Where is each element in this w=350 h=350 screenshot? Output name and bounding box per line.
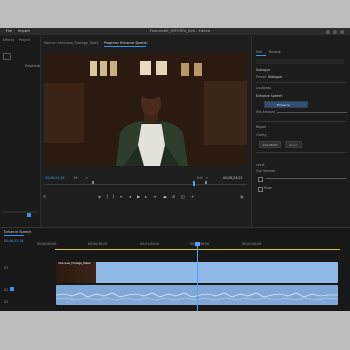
transport-controls: ◆ { } ⇤ ◂ ▶ ▸ ⇥ ⏏ ⊟ ◫ + [40, 193, 250, 201]
scrub-bar[interactable] [44, 184, 247, 185]
step-back-icon[interactable]: ◂ [129, 194, 131, 199]
title-bar: File Import FeaturettE_IMPORTA_Edit - Ed… [0, 28, 350, 35]
settings-icon[interactable]: ⚙ [43, 194, 47, 199]
folder-icon[interactable] [3, 53, 11, 60]
in-point-marker[interactable] [92, 181, 94, 184]
playhead-line[interactable] [197, 242, 198, 311]
menu-import[interactable]: Import [18, 29, 30, 33]
add-icon[interactable]: + [191, 194, 194, 199]
tab-project[interactable]: Project [19, 38, 30, 43]
left-panel-scroll[interactable] [3, 211, 37, 213]
zoom-dot[interactable] [333, 29, 337, 34]
video-frame [44, 53, 247, 166]
lift-icon[interactable]: ⏏ [163, 194, 167, 199]
go-to-in-icon[interactable]: ⇤ [120, 194, 123, 199]
reset-label: Reset [289, 142, 297, 147]
auto-match-button[interactable]: Auto-Match [259, 141, 281, 148]
minimize-dot[interactable] [326, 29, 330, 34]
section-repair[interactable]: Repair [256, 125, 266, 129]
mark-in-icon[interactable]: { [106, 194, 109, 199]
program-duration: 00;06;23;01 [223, 176, 243, 180]
enhance-speech-title: Enhance Speech [256, 94, 283, 98]
quality-dropdown[interactable]: Full [197, 176, 202, 180]
mute-label: Mute [264, 186, 272, 190]
ruler-label: 00;01;00;00 [140, 242, 160, 246]
step-forward-icon[interactable]: ▸ [145, 194, 147, 199]
window-title: FeaturettE_IMPORTA_Edit - Edited [150, 29, 211, 33]
close-dot[interactable] [340, 29, 344, 34]
left-panel-item[interactable]: Emphasis [25, 64, 40, 68]
tab-browse[interactable]: Browse [269, 50, 281, 54]
section-divider [256, 121, 346, 122]
section-divider [256, 152, 346, 153]
clip-name-field [256, 59, 344, 64]
tab-source-monitor[interactable]: Source: Interview_Footage_Take2 [44, 41, 99, 46]
enhance-button-label: Enhance [277, 102, 290, 107]
marker-icon[interactable]: ◆ [98, 194, 101, 199]
play-icon[interactable]: ▶ [137, 194, 140, 199]
mark-out-icon[interactable]: } [112, 194, 115, 199]
fit-dropdown[interactable]: Fit [74, 176, 78, 180]
mix-amount-slider[interactable] [277, 112, 347, 113]
chevron-down-icon[interactable]: ▾ [86, 176, 88, 180]
clip-thumbnail [56, 262, 96, 283]
new-item-icon[interactable] [27, 213, 31, 217]
playhead-head[interactable] [195, 242, 200, 246]
tab-edit[interactable]: Edit [256, 50, 262, 54]
section-divider [256, 82, 346, 83]
track-v1-label[interactable]: V1 [4, 266, 8, 270]
ruler-label: 00;02;00;00 [242, 242, 262, 246]
enhance-button[interactable]: Enhance [264, 101, 308, 108]
section-clip-volume[interactable]: Clip Volume [256, 169, 275, 173]
auto-match-label: Auto-Match [262, 142, 279, 147]
premiere-window: File Import FeaturettE_IMPORTA_Edit - Ed… [0, 28, 350, 311]
playhead-handle[interactable] [193, 181, 195, 186]
camera-icon[interactable]: ◫ [181, 194, 185, 199]
ruler-label: 00;00;30;00 [88, 242, 108, 246]
ruler-label: 00;00;00;00 [37, 242, 57, 246]
essential-sound-panel: Edit Browse Dialogue Preset Dialogue Lou… [252, 37, 350, 227]
tab-effects[interactable]: Effects [3, 38, 14, 43]
out-point-marker[interactable] [205, 181, 207, 184]
menu-file[interactable]: File [6, 29, 12, 33]
section-clarity[interactable]: Clarity [256, 133, 266, 137]
extract-icon[interactable]: ⊟ [172, 194, 175, 199]
preset-dropdown[interactable]: Dialogue [268, 75, 282, 79]
section-loudness[interactable]: Loudness [256, 86, 271, 90]
clip-type-label: Dialogue [256, 68, 271, 72]
timeline-tab-underline [4, 235, 24, 236]
go-to-out-icon[interactable]: ⇥ [153, 194, 156, 199]
program-monitor-video[interactable] [44, 53, 247, 166]
mute-checkbox[interactable] [258, 187, 263, 192]
level-checkbox[interactable] [258, 177, 263, 182]
mix-amount-label: Mix Amount [256, 110, 276, 114]
level-slider[interactable] [266, 178, 346, 179]
track-a2-label[interactable]: A2 [4, 300, 8, 304]
track-a1-label[interactable]: A1 [4, 288, 8, 292]
track-target-icon[interactable] [10, 287, 14, 291]
timeline-panel: Enhance Speech 00;06;23;19 00;00;00;00 0… [0, 228, 350, 311]
export-frame-icon[interactable]: ▣ [240, 194, 244, 199]
edit-tab-underline [256, 55, 266, 56]
reset-button[interactable]: Reset [285, 141, 302, 148]
left-panel: Effects Project Emphasis [0, 37, 40, 227]
level-label: Level [256, 163, 265, 167]
active-tab-underline [104, 46, 146, 47]
program-current-timecode[interactable]: 00;06;23;19 [45, 176, 64, 180]
window-controls [326, 29, 344, 34]
preset-label: Preset [256, 75, 266, 79]
video-clip-label: Interview_Footage_Take2 [58, 262, 91, 265]
chevron-down-icon[interactable]: ▾ [206, 176, 208, 180]
timeline-timecode[interactable]: 00;06;23;19 [4, 239, 23, 243]
